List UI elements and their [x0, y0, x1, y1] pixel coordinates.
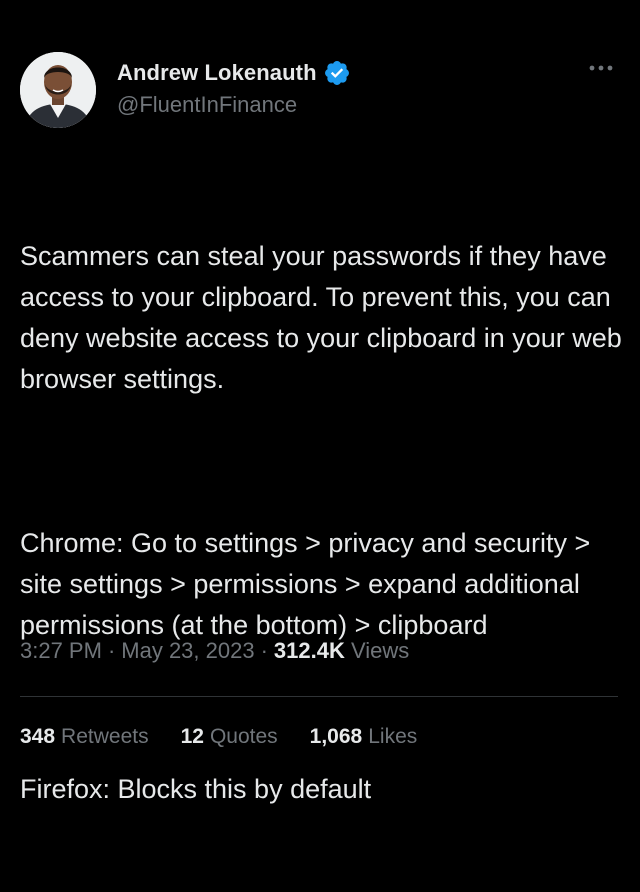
retweets-stat[interactable]: 348 Retweets [20, 725, 149, 749]
tweet-paragraph: Scammers can steal your passwords if the… [20, 241, 630, 394]
avatar-image [20, 52, 96, 128]
tweet-header: Andrew Lokenauth @FluentInFinance [20, 50, 620, 130]
meta-separator: · [260, 638, 268, 663]
tweet-paragraph: Firefox: Blocks this by default [20, 774, 372, 804]
divider [20, 696, 618, 697]
likes-label: Likes [368, 725, 418, 748]
views-label: Views [350, 638, 410, 663]
quotes-count: 12 [180, 725, 204, 748]
quotes-label: Quotes [209, 725, 278, 748]
tweet-time[interactable]: 3:27 PM [20, 638, 102, 663]
tweet-text: Scammers can steal your passwords if the… [20, 154, 625, 892]
engagement-stats: 348 Retweets 12 Quotes 1,068 Likes [20, 725, 449, 749]
views-count: 312.4K [273, 638, 345, 663]
quotes-stat[interactable]: 12 Quotes [181, 725, 278, 749]
tweet-date[interactable]: May 23, 2023 [121, 638, 254, 663]
tweet-meta: 3:27 PM · May 23, 2023 · 312.4K Views [20, 638, 409, 664]
name-row: Andrew Lokenauth [117, 58, 351, 88]
author-handle[interactable]: @FluentInFinance [117, 92, 297, 118]
meta-separator: · [107, 638, 116, 663]
retweets-label: Retweets [61, 725, 149, 748]
more-options-icon[interactable] [586, 60, 616, 76]
verified-badge-icon [323, 59, 351, 87]
tweet-paragraph: Chrome: Go to settings > privacy and sec… [20, 528, 598, 640]
likes-count: 1,068 [309, 725, 363, 748]
avatar[interactable] [20, 52, 96, 128]
likes-stat[interactable]: 1,068 Likes [310, 725, 418, 749]
retweets-count: 348 [20, 725, 56, 748]
author-display-name[interactable]: Andrew Lokenauth [117, 60, 317, 86]
tweet-container: Andrew Lokenauth @FluentInFinance Scamme… [0, 0, 640, 804]
